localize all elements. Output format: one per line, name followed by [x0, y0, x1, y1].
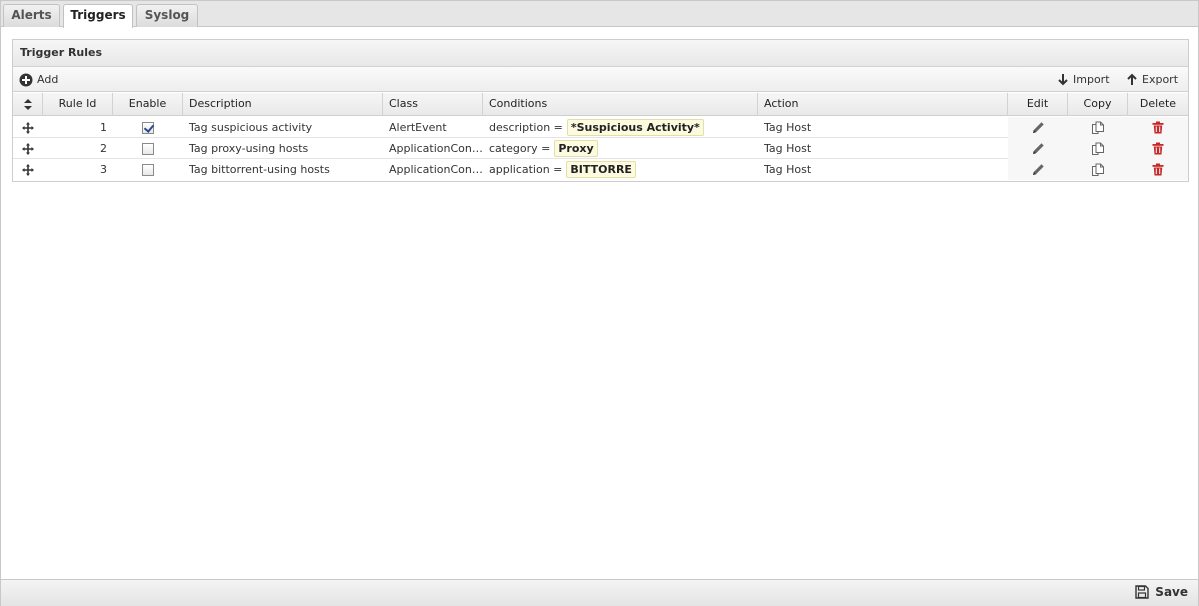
rule-conditions: description = *Suspicious Activity* — [483, 117, 758, 138]
rule-class: ApplicationControlLogEvent — [389, 163, 483, 176]
rule-id: 3 — [100, 163, 107, 176]
import-button[interactable]: Import — [1057, 71, 1110, 88]
enable-checkbox-cell — [113, 159, 183, 180]
enable-checkbox[interactable] — [142, 121, 154, 134]
column-header-description[interactable]: Description — [183, 93, 383, 116]
copy-button[interactable] — [1068, 138, 1128, 159]
column-header-copy[interactable]: Copy — [1068, 93, 1128, 116]
export-button-label: Export — [1142, 73, 1179, 86]
delete-button[interactable] — [1128, 159, 1188, 180]
trash-icon — [1152, 163, 1164, 176]
pencil-icon — [1032, 164, 1044, 175]
drag-handle[interactable] — [13, 138, 43, 159]
table-row: 1 Tag suspicious activity AlertEvent des… — [13, 117, 1188, 138]
move-icon — [22, 121, 34, 134]
copy-button[interactable] — [1068, 117, 1128, 138]
add-button-label: Add — [37, 73, 59, 86]
import-button-label: Import — [1073, 73, 1110, 86]
column-header-class[interactable]: Class — [383, 93, 483, 116]
drag-handle[interactable] — [13, 117, 43, 138]
copy-icon — [1092, 142, 1104, 155]
rule-id: 1 — [100, 121, 107, 134]
enable-checkbox-cell — [113, 117, 183, 138]
tab-bar: Alerts Triggers Syslog — [1, 1, 1198, 28]
rule-description: Tag bittorrent-using hosts — [189, 163, 330, 176]
rule-action: Tag Host — [764, 121, 812, 134]
rule-description: Tag suspicious activity — [189, 121, 313, 134]
app-window: Alerts Triggers Syslog Trigger Rules Add… — [0, 0, 1199, 606]
rule-action: Tag Host — [764, 163, 812, 176]
panel-title: Trigger Rules — [20, 46, 103, 59]
delete-button[interactable] — [1128, 117, 1188, 138]
pencil-icon — [1032, 143, 1044, 154]
condition-field: application = — [489, 163, 563, 176]
column-header-conditions[interactable]: Conditions — [483, 93, 758, 116]
edit-button[interactable] — [1008, 117, 1068, 138]
edit-button[interactable] — [1008, 138, 1068, 159]
arrow-up-icon — [1127, 73, 1137, 85]
save-button-label: Save — [1155, 585, 1188, 599]
move-icon — [22, 163, 34, 176]
rule-conditions: application = BITTORRE — [483, 159, 758, 180]
arrow-down-icon — [1058, 74, 1068, 86]
table-row: 3 Tag bittorrent-using hosts Application… — [13, 159, 1188, 180]
condition-value: *Suspicious Activity* — [566, 119, 704, 136]
rule-description: Tag proxy-using hosts — [189, 142, 309, 155]
enable-checkbox-cell — [113, 138, 183, 159]
rule-class: ApplicationControlLogEvent — [389, 142, 483, 155]
plus-circle-icon — [19, 73, 33, 86]
add-button[interactable]: Add — [19, 71, 58, 88]
sort-icon — [23, 99, 32, 110]
column-header-edit[interactable]: Edit — [1008, 93, 1068, 116]
trash-icon — [1152, 142, 1164, 155]
tab-syslog[interactable]: Syslog — [136, 4, 198, 27]
rule-action: Tag Host — [764, 142, 812, 155]
delete-button[interactable] — [1128, 138, 1188, 159]
table-row: 2 Tag proxy-using hosts ApplicationContr… — [13, 138, 1188, 159]
column-header-enable[interactable]: Enable — [113, 93, 183, 116]
trash-icon — [1152, 121, 1164, 134]
enable-checkbox[interactable] — [142, 142, 154, 155]
sort-column-header[interactable] — [13, 93, 43, 116]
rule-id: 2 — [100, 142, 107, 155]
rule-class: AlertEvent — [389, 121, 447, 134]
column-header-delete[interactable]: Delete — [1128, 93, 1188, 116]
drag-handle[interactable] — [13, 159, 43, 180]
tab-alerts[interactable]: Alerts — [3, 4, 60, 27]
footer-bar: Save — [1, 579, 1198, 606]
rule-conditions: category = Proxy — [483, 138, 758, 159]
copy-button[interactable] — [1068, 159, 1128, 180]
floppy-disk-icon — [1135, 585, 1149, 599]
condition-field: description = — [489, 121, 563, 134]
save-button[interactable]: Save — [1135, 585, 1188, 599]
condition-field: category = — [489, 142, 551, 155]
condition-value: BITTORRE — [566, 161, 636, 178]
column-header-rule-id[interactable]: Rule Id — [43, 93, 113, 116]
tab-triggers[interactable]: Triggers — [63, 4, 133, 28]
pencil-icon — [1032, 122, 1044, 133]
export-button[interactable]: Export — [1126, 71, 1178, 88]
enable-checkbox[interactable] — [142, 163, 154, 176]
grid-toolbar: Add Import Export — [13, 67, 1188, 92]
copy-icon — [1092, 121, 1104, 134]
grid-header: Rule Id Enable Description Class Conditi… — [13, 93, 1188, 116]
copy-icon — [1092, 163, 1104, 176]
edit-button[interactable] — [1008, 159, 1068, 180]
condition-value: Proxy — [554, 140, 598, 157]
move-icon — [22, 142, 34, 155]
column-header-action[interactable]: Action — [758, 93, 1008, 116]
panel-header: Trigger Rules — [13, 40, 1188, 67]
trigger-rules-panel: Trigger Rules Add Import Export Rule Id … — [12, 39, 1189, 182]
